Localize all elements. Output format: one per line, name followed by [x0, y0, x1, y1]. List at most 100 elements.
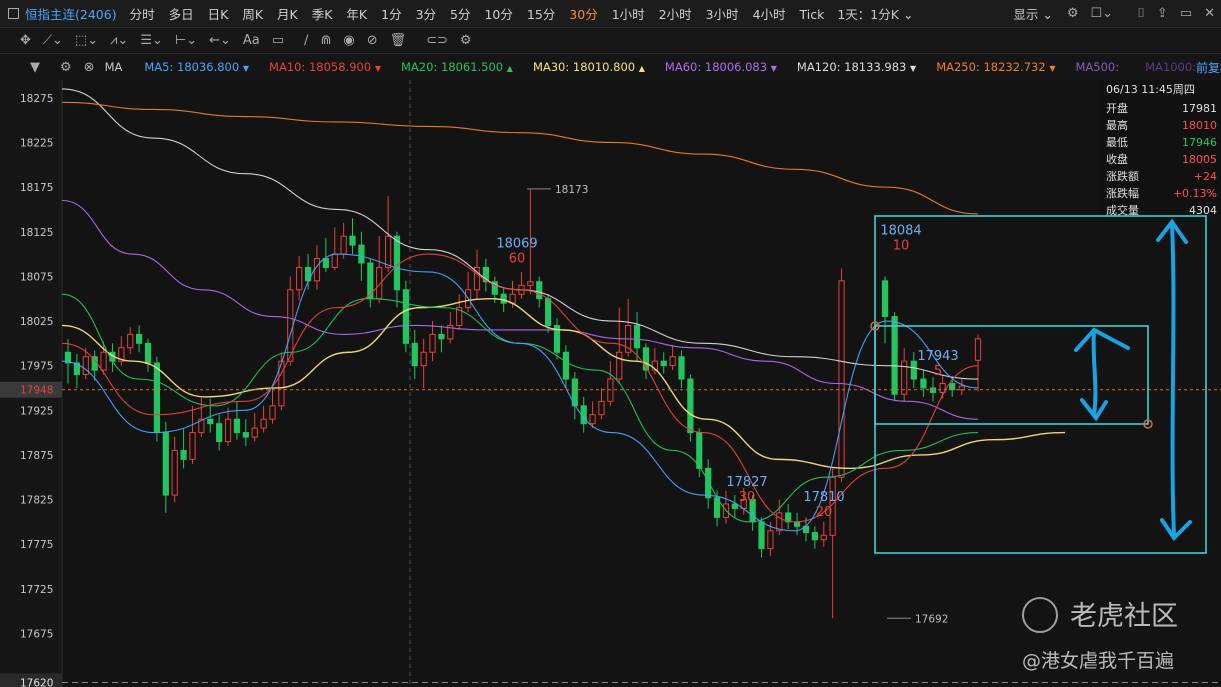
- info-row: 成交量 4304: [1100, 202, 1221, 219]
- extreme-annotation: 17692: [915, 613, 948, 625]
- settings-icon[interactable]: ⚙: [460, 33, 472, 48]
- tab-timeframe[interactable]: 5分: [450, 7, 470, 22]
- tab-timeframe[interactable]: 季K: [312, 7, 333, 22]
- swing-annotation: 18084: [880, 223, 921, 238]
- tab-timeframe[interactable]: 多日: [169, 7, 194, 22]
- ma-item[interactable]: MA5: 18036.800 ▼: [144, 60, 249, 74]
- text-icon[interactable]: Aa: [243, 33, 260, 48]
- period-select[interactable]: 1天：1分K ⌄: [837, 4, 913, 23]
- tab-timeframe[interactable]: 10分: [484, 7, 512, 22]
- ma-item[interactable]: MA10: 18058.900 ▼: [269, 60, 381, 74]
- tab-timeframe[interactable]: 日K: [208, 7, 229, 22]
- candle: [687, 374, 694, 442]
- info-value: 17946: [1182, 136, 1217, 149]
- info-value: 18010: [1182, 119, 1217, 132]
- share-icon[interactable]: ⇪: [1157, 6, 1168, 21]
- close-icon[interactable]: ✕: [1204, 6, 1215, 21]
- info-value: 18005: [1182, 153, 1217, 166]
- info-label: 涨跌额: [1106, 170, 1139, 183]
- tab-timeframe[interactable]: 1小时: [612, 7, 645, 22]
- gear-icon[interactable]: ⚙: [1067, 6, 1079, 21]
- y-tick-label: 18225: [20, 137, 53, 149]
- camera-icon[interactable]: ⌷: [1137, 6, 1145, 21]
- wave-icon[interactable]: ⩘⌄: [110, 33, 128, 48]
- display-button[interactable]: 显示 ⌄: [1013, 4, 1052, 23]
- hide-icon[interactable]: ⊘: [367, 33, 378, 48]
- chevron-down-icon: ⌄: [902, 7, 914, 22]
- watermark-author: @港女虐我千百遍: [1022, 650, 1175, 672]
- measure-icon[interactable]: ⊢⌄: [175, 33, 197, 48]
- info-label: 最低: [1106, 136, 1128, 149]
- tab-timeframe[interactable]: 周K: [242, 7, 263, 22]
- y-tick-label: 18025: [20, 316, 53, 328]
- ma-settings-icon[interactable]: ⚙: [60, 60, 72, 75]
- link-icon[interactable]: ⊂⊃: [426, 33, 448, 48]
- info-row: 收盘 18005: [1100, 151, 1221, 168]
- info-value: +24: [1193, 170, 1217, 183]
- collapse-icon[interactable]: ▼: [30, 60, 40, 75]
- ma-item-arrow: ▲: [638, 64, 645, 73]
- pen-icon[interactable]: ∕: [304, 33, 308, 48]
- tab-timeframe[interactable]: 年K: [346, 7, 367, 22]
- arrow-icon[interactable]: ←⌄: [209, 33, 231, 48]
- swing-annotation-count: 5: [934, 364, 942, 379]
- fib-icon[interactable]: ☰⌄: [140, 33, 163, 48]
- restore-button[interactable]: 前复权: [1196, 59, 1221, 76]
- layout-icon[interactable]: ☐⌄: [1091, 6, 1114, 21]
- watermark-brand: 老虎社区: [1070, 601, 1178, 632]
- info-datetime: 06/13 11:45周四: [1106, 83, 1195, 96]
- ma-item-arrow: ▼: [1049, 64, 1056, 73]
- info-label: 收盘: [1106, 153, 1128, 166]
- ma-item[interactable]: MA120: 18133.983 ▼: [797, 60, 916, 74]
- ma-item-value: 18006.083: [704, 60, 768, 74]
- ma-item-value: 18133.983: [844, 60, 907, 74]
- ma-item-value: 18058.900: [308, 60, 372, 74]
- ma-item[interactable]: MA20: 18061.500 ▲: [401, 60, 513, 74]
- tab-timeframe[interactable]: 15分: [527, 7, 555, 22]
- tab-timeframe[interactable]: 3小时: [706, 7, 739, 22]
- window-icon[interactable]: ▭: [1180, 6, 1192, 21]
- info-value: +0.13%: [1172, 187, 1217, 200]
- watermark-logo: [1022, 597, 1058, 633]
- info-label: 最高: [1106, 119, 1128, 132]
- ma-item-value: 18036.800: [177, 60, 240, 74]
- candlestick-chart[interactable]: 18275 18225 18175 18125 18075 18025 17975 17925…: [0, 80, 1221, 687]
- move-icon[interactable]: ✥: [20, 33, 31, 48]
- ohlc-info-panel: 06/13 11:45周四 开盘 17981 最高 18010 最低 17946 收盘 180…: [1100, 80, 1221, 217]
- candle: [402, 280, 409, 353]
- ma-item-label: MA20:: [400, 60, 438, 74]
- y-tick-label: 17675: [20, 628, 53, 640]
- y-tick-label: 17975: [20, 361, 53, 373]
- tab-timeframe[interactable]: 1分: [381, 7, 401, 22]
- tab-timeframe[interactable]: 2小时: [659, 7, 692, 22]
- tab-timeframe[interactable]: 分时: [130, 7, 155, 22]
- ma-item-arrow: ▲: [506, 64, 513, 73]
- tab-timeframe[interactable]: 3分: [416, 7, 436, 22]
- ma-item-label: MA10:: [269, 60, 306, 74]
- tab-timeframe[interactable]: 30分: [569, 7, 597, 22]
- y-tick-label: 17825: [20, 495, 53, 507]
- instrument-title[interactable]: 恒指主连(2406): [25, 4, 117, 23]
- ma-item[interactable]: MA250: 18232.732 ▼: [936, 60, 1055, 74]
- trash-icon[interactable]: 🗑: [390, 33, 407, 48]
- ma-close-icon[interactable]: ⊗: [84, 60, 95, 75]
- extreme-annotation: 18173: [555, 184, 588, 196]
- ma-item-value: 18061.500: [440, 60, 504, 74]
- ma-item[interactable]: MA500:: [1075, 60, 1119, 74]
- ma-item[interactable]: MA60: 18006.083 ▼: [665, 60, 777, 74]
- ma-item-label: MA500:: [1075, 60, 1120, 74]
- comment-icon[interactable]: ▭: [272, 33, 284, 48]
- tab-timeframe[interactable]: 4小时: [753, 7, 786, 22]
- panel-icon[interactable]: [8, 8, 19, 19]
- eye-icon[interactable]: ◉: [343, 33, 354, 48]
- tab-timeframe[interactable]: 月K: [277, 7, 298, 22]
- swing-annotation-count: 20: [816, 505, 833, 520]
- magnet-icon[interactable]: ⋒: [320, 33, 331, 48]
- rectangle-icon[interactable]: ⬚⌄: [75, 33, 98, 48]
- tab-timeframe[interactable]: Tick: [800, 7, 825, 22]
- ma-item[interactable]: MA30: 18010.800 ▲: [533, 60, 645, 74]
- ma-label[interactable]: MA: [105, 60, 123, 74]
- top-bar: 恒指主连(2406) 分时 多日 日K 周K 月K 季K 年K 1分 3分 5分 10分 15分 30分…: [0, 0, 1221, 28]
- trend-line-icon[interactable]: ⟋⌄: [43, 33, 63, 48]
- swing-annotation: 17810: [803, 490, 844, 505]
